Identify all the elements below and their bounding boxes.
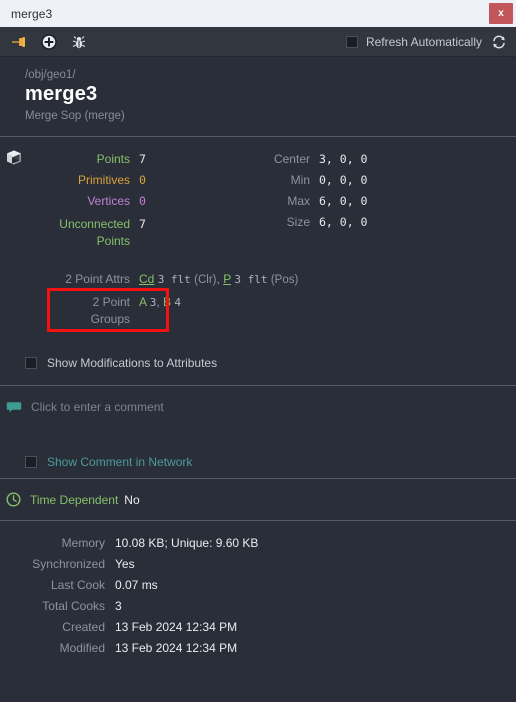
point-attributes-values: Cd 3 flt (Clr), P 3 flt (Pos) <box>139 272 298 286</box>
stat-value-vertices: 0 <box>139 194 146 208</box>
refresh-icon[interactable] <box>490 33 508 51</box>
stat-value-max: 6, 0, 0 <box>319 194 368 208</box>
show-comment-in-network-checkbox[interactable] <box>25 456 37 468</box>
node-path[interactable]: /obj/geo1/ <box>25 69 516 81</box>
node-type: Merge Sop (merge) <box>25 110 125 122</box>
point-groups-section: 2 Point Groups A 3, B 4 <box>0 288 516 332</box>
attribute-kind-cd: (Clr) <box>194 274 217 286</box>
stat-row-center: Center 3, 0, 0 <box>250 149 368 170</box>
geometry-section: Points 7 Primitives 0 Vertices 0 Unconne… <box>0 137 516 376</box>
attribute-name-p[interactable]: P <box>223 272 231 286</box>
node-name: merge3 <box>25 83 98 105</box>
info-label-created: Created <box>62 620 105 634</box>
stat-value-unconnected-points: 7 <box>139 217 146 231</box>
info-row-last-cook: Last Cook 0.07 ms <box>0 575 516 596</box>
stat-label-unconnected-points: Unconnected Points <box>59 217 130 248</box>
info-table: Memory 10.08 KB; Unique: 9.60 KB Synchro… <box>0 521 516 659</box>
stat-row-vertices: Vertices 0 <box>30 191 250 212</box>
stat-label-size: Size <box>286 215 310 229</box>
node-header: /obj/geo1/ merge3 Merge Sop (merge) <box>0 57 516 136</box>
clock-icon <box>6 492 21 507</box>
info-value-modified: 13 Feb 2024 12:34 PM <box>115 641 238 655</box>
info-label-memory: Memory <box>61 536 105 550</box>
info-label-total-cooks: Total Cooks <box>42 599 105 613</box>
point-attributes-label: 2 Point Attrs <box>65 272 130 286</box>
point-groups-values: A 3, B 4 <box>139 295 181 309</box>
info-label-last-cook: Last Cook <box>50 578 105 592</box>
comment-input-row[interactable]: Click to enter a comment <box>0 399 516 415</box>
cube-icon <box>5 149 23 167</box>
plus-circle-icon[interactable] <box>40 33 58 51</box>
info-value-created: 13 Feb 2024 12:34 PM <box>115 620 238 634</box>
attribute-separator: , <box>216 272 220 286</box>
window-title: merge3 <box>11 6 53 21</box>
group-separator: , <box>156 295 160 309</box>
info-value-synchronized: Yes <box>115 557 135 571</box>
point-attributes-row: 2 Point Attrs Cd 3 flt (Clr), P 3 flt (P… <box>0 272 516 286</box>
info-row-total-cooks: Total Cooks 3 <box>0 596 516 617</box>
stat-row-min: Min 0, 0, 0 <box>250 170 368 191</box>
geometry-stats-right: Center 3, 0, 0 Min 0, 0, 0 Max 6, 0, 0 S… <box>250 149 368 250</box>
pushpin-icon[interactable] <box>10 33 28 51</box>
time-dependent-row: Time Dependent No <box>0 479 516 520</box>
point-groups-label-line1: 2 Point <box>92 295 130 309</box>
stat-row-size: Size 6, 0, 0 <box>250 212 368 233</box>
close-button[interactable]: x <box>489 3 513 24</box>
stat-row-max: Max 6, 0, 0 <box>250 191 367 212</box>
show-comment-in-network-label: Show Comment in Network <box>47 455 193 469</box>
group-name-a[interactable]: A <box>139 295 146 309</box>
stat-row-points: Points 7 <box>30 149 250 170</box>
stat-label-max: Max <box>287 194 310 208</box>
time-dependent-value: No <box>124 492 140 507</box>
point-groups-row: 2 Point Groups A 3, B 4 <box>30 294 516 328</box>
info-row-modified: Modified 13 Feb 2024 12:34 PM <box>0 638 516 659</box>
toolbar-right-group: Refresh Automatically <box>345 33 508 51</box>
stat-label-vertices: Vertices <box>87 194 130 208</box>
point-groups-label: 2 Point Groups <box>30 294 130 328</box>
comment-section: Click to enter a comment Show Comment in… <box>0 386 516 469</box>
stat-label-primitives: Primitives <box>77 173 130 187</box>
time-dependent-label: Time Dependent <box>30 492 119 507</box>
info-row-created: Created 13 Feb 2024 12:34 PM <box>0 617 516 638</box>
refresh-automatically-checkbox[interactable] <box>345 35 358 48</box>
stat-value-size: 6, 0, 0 <box>319 215 368 229</box>
stat-value-points: 7 <box>139 152 146 166</box>
info-row-synchronized: Synchronized Yes <box>0 554 516 575</box>
point-groups-label-line2: Groups <box>90 312 130 326</box>
info-row-memory: Memory 10.08 KB; Unique: 9.60 KB <box>0 533 516 554</box>
info-label-synchronized: Synchronized <box>32 557 105 571</box>
toolbar-left-group <box>10 33 88 51</box>
node-info-window: merge3 x Refresh Automatically /obj/geo1… <box>0 0 516 702</box>
comment-bubble-icon <box>6 399 22 415</box>
stat-label-min: Min <box>290 173 310 187</box>
show-comment-in-network-row[interactable]: Show Comment in Network <box>0 455 516 469</box>
refresh-automatically-label: Refresh Automatically <box>365 34 482 49</box>
toolbar: Refresh Automatically <box>0 27 516 57</box>
stat-label-points: Points <box>96 152 130 166</box>
attribute-type-cd: 3 flt <box>157 273 191 286</box>
attribute-type-p: 3 flt <box>234 273 268 286</box>
attribute-name-cd[interactable]: Cd <box>139 272 154 286</box>
stat-row-unconnected-points: Unconnected Points 7 <box>30 216 250 250</box>
titlebar: merge3 x <box>0 0 516 27</box>
geometry-stats-grid: Points 7 Primitives 0 Vertices 0 Unconne… <box>0 149 516 250</box>
info-value-total-cooks: 3 <box>115 599 122 613</box>
info-value-memory: 10.08 KB; Unique: 9.60 KB <box>115 536 259 550</box>
stat-value-center: 3, 0, 0 <box>319 152 368 166</box>
info-value-last-cook: 0.07 ms <box>115 578 158 592</box>
comment-input[interactable]: Click to enter a comment <box>31 400 516 414</box>
info-label-modified: Modified <box>59 641 105 655</box>
geometry-stats-left: Points 7 Primitives 0 Vertices 0 Unconne… <box>30 149 250 250</box>
stat-row-primitives: Primitives 0 <box>30 170 250 191</box>
stat-value-min: 0, 0, 0 <box>319 173 368 187</box>
group-count-b: 4 <box>174 296 181 309</box>
stat-value-primitives: 0 <box>139 173 146 187</box>
stat-label-center: Center <box>273 152 310 166</box>
bug-icon[interactable] <box>70 33 88 51</box>
show-modifications-checkbox[interactable] <box>25 357 37 369</box>
group-name-b[interactable]: B <box>163 295 171 309</box>
attribute-kind-p: (Pos) <box>270 274 299 286</box>
show-modifications-row[interactable]: Show Modifications to Attributes <box>0 356 516 370</box>
show-modifications-label: Show Modifications to Attributes <box>47 356 218 370</box>
